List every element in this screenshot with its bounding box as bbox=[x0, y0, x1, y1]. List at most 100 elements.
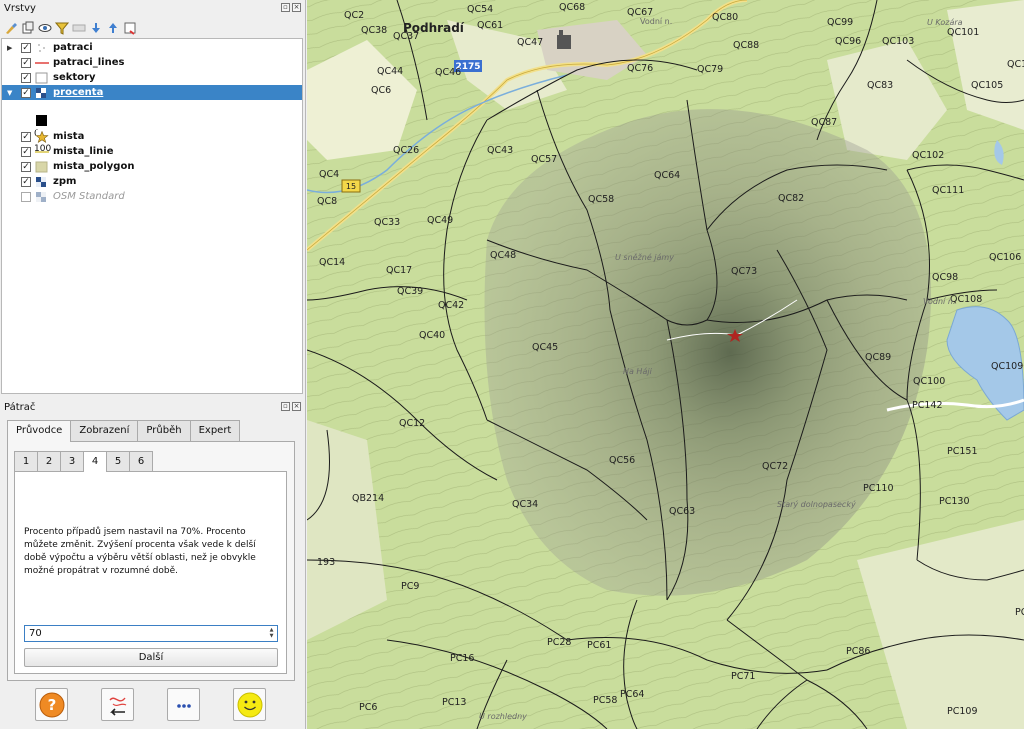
sector-label: QC2 bbox=[344, 10, 364, 21]
help-button[interactable]: ? bbox=[35, 688, 68, 721]
remove-layer-icon[interactable] bbox=[123, 21, 137, 35]
add-group-icon[interactable] bbox=[21, 21, 35, 35]
layer-checkbox[interactable]: ✓ bbox=[21, 72, 31, 83]
tab-pruvodce[interactable]: Průvodce bbox=[7, 420, 72, 442]
layer-name: sektory bbox=[53, 72, 96, 83]
help-icon: ? bbox=[39, 692, 64, 717]
layer-checkbox[interactable]: ✓ bbox=[21, 146, 31, 157]
layer-row-mista-linie[interactable]: ✓ mista_linie bbox=[2, 144, 302, 159]
sector-label: QC99 bbox=[827, 17, 853, 28]
sector-label: PC142 bbox=[912, 400, 943, 411]
close-icon[interactable]: × bbox=[292, 402, 301, 411]
layer-checkbox[interactable]: ✓ bbox=[21, 131, 31, 142]
sector-label: QC48 bbox=[490, 250, 516, 261]
layer-row-mista-polygon[interactable]: ✓ mista_polygon bbox=[2, 159, 302, 174]
tab-step-2[interactable]: 2 bbox=[37, 451, 61, 471]
sector-label: PC151 bbox=[947, 446, 978, 457]
place-label: Vodní n. bbox=[923, 297, 955, 306]
tab-zobrazeni[interactable]: Zobrazení bbox=[70, 420, 139, 441]
sector-label: QC45 bbox=[532, 342, 558, 353]
smiley-button[interactable] bbox=[233, 688, 266, 721]
svg-text:?: ? bbox=[47, 696, 56, 714]
sector-label: QC40 bbox=[419, 330, 445, 341]
sector-label: QC79 bbox=[697, 64, 723, 75]
layer-name: procenta bbox=[53, 87, 104, 98]
tab-step-1[interactable]: 1 bbox=[14, 451, 38, 471]
sector-label: QC26 bbox=[393, 145, 419, 156]
layer-row-osm-standard[interactable]: OSM Standard bbox=[2, 189, 302, 204]
map-svg[interactable]: 2175 15 QC2QC38QC37QC54QC61QC68 QC67 QC80 Q… bbox=[307, 0, 1024, 729]
map-canvas[interactable]: 2175 15 QC2 QC38 QC37 QC54 QC61 QC68 QC67 QC80 Q… bbox=[307, 0, 1024, 729]
layer-row-procenta[interactable]: ▼ ✓ procenta bbox=[2, 85, 302, 100]
layer-tree: ▶ ✓ patraci ✓ patraci_lines ✓ sektory ▼ … bbox=[1, 38, 303, 394]
tab-step-3[interactable]: 3 bbox=[60, 451, 84, 471]
layer-row-sektory[interactable]: ✓ sektory bbox=[2, 70, 302, 85]
empty-polygon-icon bbox=[35, 72, 49, 84]
sector-label: QC83 bbox=[867, 80, 893, 91]
sector-label: QC58 bbox=[588, 194, 614, 205]
expand-arrow-icon[interactable]: ▶ bbox=[7, 44, 17, 52]
sector-label: QC109 bbox=[991, 361, 1023, 372]
layer-row-mista[interactable]: ✓ mista bbox=[2, 129, 302, 144]
sector-label: QC89 bbox=[865, 352, 891, 363]
layer-checkbox[interactable]: ✓ bbox=[21, 176, 31, 187]
layer-name: zpm bbox=[53, 176, 77, 187]
percent-value: 70 bbox=[29, 628, 42, 639]
raster-icon bbox=[35, 176, 49, 188]
float-icon[interactable]: ▫ bbox=[281, 3, 290, 12]
sector-label: QC57 bbox=[531, 154, 557, 165]
tab-expert[interactable]: Expert bbox=[189, 420, 241, 441]
yellow-line-icon bbox=[35, 146, 49, 158]
more-dots-icon bbox=[176, 703, 191, 708]
sector-label: QC17 bbox=[386, 265, 412, 276]
sector-label: QC76 bbox=[627, 63, 653, 74]
patrac-panel-title: Pátrač bbox=[4, 402, 36, 413]
sector-label: QC44 bbox=[377, 66, 403, 77]
sector-label: QC8 bbox=[317, 196, 337, 207]
sector-label: QC56 bbox=[609, 455, 635, 466]
sector-label: PC58 bbox=[593, 695, 617, 706]
sector-label: PC1 bbox=[1015, 607, 1024, 618]
sector-label: 193 bbox=[317, 557, 335, 568]
sector-label: QC39 bbox=[397, 286, 423, 297]
filter-icon[interactable] bbox=[55, 21, 69, 35]
layer-row-patraci[interactable]: ▶ ✓ patraci bbox=[2, 40, 302, 55]
points-icon bbox=[35, 42, 49, 54]
place-label: U Kozára bbox=[927, 18, 963, 27]
layers-panel-title: Vrstvy bbox=[4, 3, 36, 14]
layer-row-patraci-lines[interactable]: ✓ patraci_lines bbox=[2, 55, 302, 70]
sector-label: QC88 bbox=[733, 40, 759, 51]
layer-checkbox[interactable] bbox=[21, 191, 31, 202]
tab-step-6[interactable]: 6 bbox=[129, 451, 153, 471]
layer-checkbox[interactable]: ✓ bbox=[21, 42, 31, 53]
collapse-arrow-icon[interactable]: ▼ bbox=[7, 89, 17, 97]
style-brush-icon[interactable] bbox=[4, 21, 18, 35]
sector-label: QC82 bbox=[778, 193, 804, 204]
more-button[interactable] bbox=[167, 688, 200, 721]
visibility-eye-icon[interactable] bbox=[38, 21, 52, 35]
sector-label: PC110 bbox=[863, 483, 894, 494]
float-icon[interactable]: ▫ bbox=[281, 402, 290, 411]
next-button[interactable]: Další bbox=[24, 648, 278, 667]
return-button[interactable] bbox=[101, 688, 134, 721]
place-label: Starý dolnopasecký bbox=[777, 500, 856, 509]
tab-prubeh[interactable]: Průběh bbox=[137, 420, 191, 441]
layer-checkbox[interactable]: ✓ bbox=[21, 161, 31, 172]
sector-label: QC111 bbox=[932, 185, 964, 196]
road-number-small: 15 bbox=[346, 182, 356, 191]
layer-row-zpm[interactable]: ✓ zpm bbox=[2, 174, 302, 189]
layer-checkbox[interactable]: ✓ bbox=[21, 57, 31, 68]
collapse-all-icon[interactable] bbox=[106, 21, 120, 35]
spin-arrows-icon[interactable]: ▲ ▼ bbox=[267, 627, 276, 640]
filter-expression-icon[interactable] bbox=[72, 21, 86, 35]
expand-all-icon[interactable] bbox=[89, 21, 103, 35]
close-icon[interactable]: × bbox=[292, 3, 301, 12]
sector-label: PC61 bbox=[587, 640, 611, 651]
sector-label: PC86 bbox=[846, 646, 870, 657]
percent-spinbox[interactable]: 70 ▲ ▼ bbox=[24, 625, 278, 642]
step-description: Procento případů jsem nastavil na 70%. P… bbox=[24, 527, 256, 576]
main-tabs: Průvodce Zobrazení Průběh Expert bbox=[7, 420, 241, 442]
tab-step-4[interactable]: 4 bbox=[83, 451, 107, 472]
tab-step-5[interactable]: 5 bbox=[106, 451, 130, 471]
layer-checkbox[interactable]: ✓ bbox=[21, 87, 31, 98]
